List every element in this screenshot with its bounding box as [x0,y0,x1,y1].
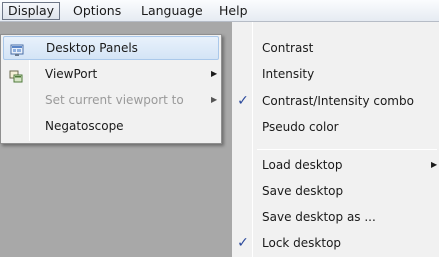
menu-item-desktop-panels[interactable]: Desktop Panels [3,36,219,60]
menu-item-label: ViewPort [45,67,98,81]
menu-item-save-desktop-as[interactable]: Save desktop as ... [232,205,439,229]
viewport-icon [9,67,23,83]
menu-item-load-desktop[interactable]: Load desktop ▶ [232,153,439,177]
menu-item-label: Save desktop as ... [262,210,376,224]
menu-item-label: Lock desktop [262,236,342,250]
menu-help[interactable]: Help [214,2,253,20]
submenu-arrow-icon: ▶ [211,69,218,78]
checkmark-icon: ✓ [237,235,249,251]
menu-item-viewport[interactable]: ViewPort ▶ [3,62,219,86]
submenu-arrow-icon: ▶ [431,160,438,169]
display-menu: Desktop Panels ViewPort ▶ Set current vi… [0,34,222,144]
submenu-arrow-icon: ▶ [211,95,218,104]
menubar: Display Options Language Help [0,0,439,22]
menu-item-contrast-intensity-combo[interactable]: ✓ Contrast/Intensity combo [232,89,439,113]
menu-item-label: Save desktop [262,184,344,198]
menu-item-label: Contrast [262,41,314,55]
menu-item-label: Load desktop [262,158,343,172]
menu-item-lock-desktop[interactable]: ✓ Lock desktop [232,231,439,255]
menu-item-intensity[interactable]: Intensity [232,62,439,86]
menu-separator [257,149,437,150]
desktop-panels-icon [10,42,24,56]
menu-item-negatoscope[interactable]: Negatoscope [3,114,219,138]
menu-item-label: Pseudo color [262,120,339,134]
checkmark-icon: ✓ [237,93,249,109]
menu-item-contrast[interactable]: Contrast [232,36,439,60]
menu-item-label: Negatoscope [45,119,124,133]
menu-item-set-current-viewport[interactable]: Set current viewport to ▶ [3,88,219,112]
menu-language[interactable]: Language [136,2,208,20]
menu-display[interactable]: Display [2,2,61,20]
menu-item-label: Set current viewport to [45,93,184,107]
display-submenu: Contrast Intensity ✓ Contrast/Intensity … [232,22,439,257]
menu-options[interactable]: Options [68,2,126,20]
menu-item-label: Contrast/Intensity combo [262,94,414,108]
menu-item-label: Desktop Panels [46,41,138,55]
menu-item-label: Intensity [262,67,315,81]
menu-item-pseudo-color[interactable]: Pseudo color [232,115,439,139]
menu-item-save-desktop[interactable]: Save desktop [232,179,439,203]
